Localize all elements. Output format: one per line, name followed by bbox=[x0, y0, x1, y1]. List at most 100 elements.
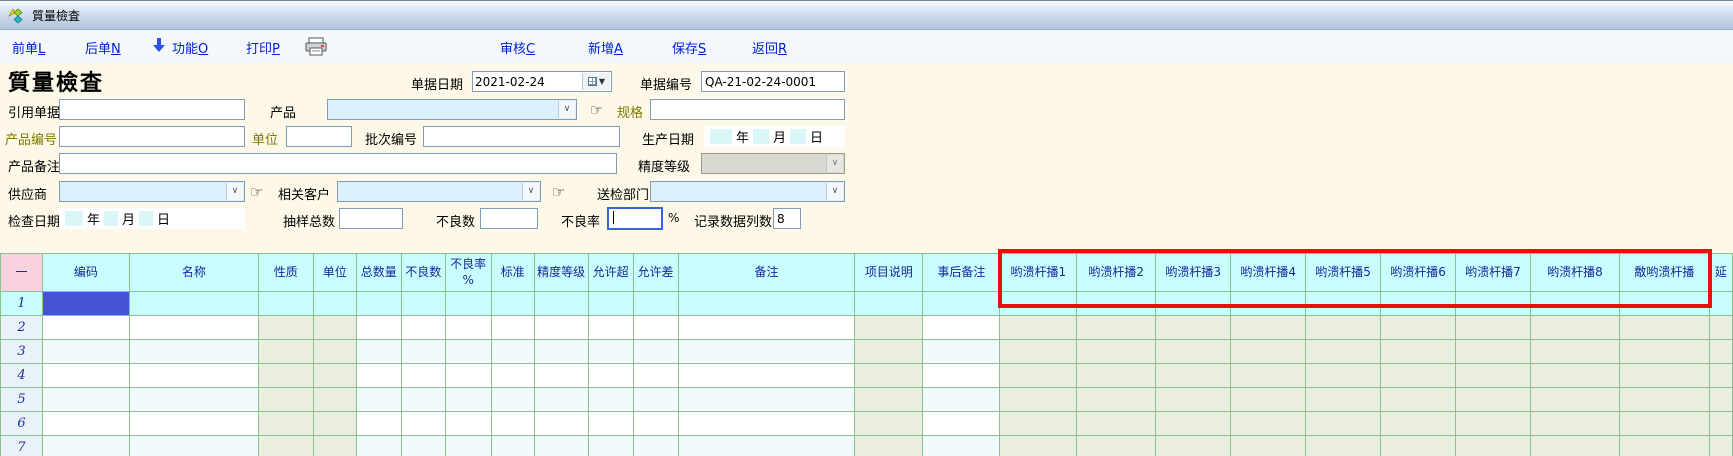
grid-cell[interactable] bbox=[129, 412, 258, 436]
selected-grid-cell[interactable] bbox=[42, 292, 129, 316]
prev-doc-button[interactable]: 前单L bbox=[12, 38, 45, 57]
grid-cell[interactable] bbox=[356, 436, 401, 456]
grid-cell[interactable] bbox=[1077, 340, 1156, 364]
grid-cell[interactable] bbox=[1306, 340, 1381, 364]
grid-cell[interactable] bbox=[534, 364, 588, 388]
check-day-input[interactable] bbox=[139, 211, 153, 226]
grid-cell[interactable] bbox=[1077, 316, 1156, 340]
grid-cell[interactable] bbox=[313, 412, 356, 436]
chevron-down-icon[interactable]: ∨ bbox=[826, 155, 843, 172]
grid-cell[interactable] bbox=[1381, 364, 1456, 388]
grid-cell[interactable] bbox=[1456, 436, 1531, 456]
grid-cell[interactable] bbox=[1000, 340, 1077, 364]
grid-cell[interactable] bbox=[1231, 436, 1306, 456]
grid-cell[interactable] bbox=[445, 292, 491, 316]
grid-cell[interactable] bbox=[129, 340, 258, 364]
grid-cell[interactable] bbox=[445, 436, 491, 456]
grid-cell[interactable] bbox=[258, 436, 313, 456]
save-button[interactable]: 保存S bbox=[672, 38, 706, 57]
grid-cell[interactable] bbox=[1231, 388, 1306, 412]
grid-cell[interactable] bbox=[1381, 388, 1456, 412]
grid-cell[interactable] bbox=[633, 316, 678, 340]
grid-cell[interactable] bbox=[1619, 412, 1709, 436]
chevron-down-icon[interactable]: ∨ bbox=[226, 183, 243, 200]
grid-cell[interactable] bbox=[855, 388, 923, 412]
grid-cell[interactable] bbox=[401, 364, 445, 388]
grid-cell[interactable] bbox=[633, 364, 678, 388]
grid-cell[interactable] bbox=[855, 412, 923, 436]
prod-month-input[interactable] bbox=[753, 129, 769, 144]
grid-cell[interactable] bbox=[1156, 364, 1231, 388]
grid-cell[interactable] bbox=[1156, 412, 1231, 436]
grid-cell[interactable] bbox=[633, 412, 678, 436]
grid-cell[interactable] bbox=[258, 364, 313, 388]
check-date-field[interactable]: 年 月 日 bbox=[59, 208, 245, 229]
add-new-button[interactable]: 新增A bbox=[588, 38, 623, 57]
grid-cell[interactable] bbox=[1530, 412, 1619, 436]
grid-cell[interactable] bbox=[445, 316, 491, 340]
grid-cell[interactable] bbox=[445, 364, 491, 388]
grid-cell[interactable] bbox=[1077, 412, 1156, 436]
defect-rate-input[interactable] bbox=[607, 207, 663, 230]
grid-cell[interactable] bbox=[129, 388, 258, 412]
doc-date-input[interactable] bbox=[475, 73, 580, 90]
row-number-cell[interactable]: 3 bbox=[1, 340, 43, 364]
grid-cell[interactable] bbox=[534, 412, 588, 436]
grid-cell[interactable] bbox=[588, 292, 633, 316]
grid-cell[interactable] bbox=[1231, 340, 1306, 364]
grid-cell[interactable] bbox=[1306, 364, 1381, 388]
grid-cell[interactable] bbox=[678, 412, 855, 436]
product-combo[interactable]: ∨ bbox=[327, 99, 577, 120]
printer-icon[interactable] bbox=[304, 37, 328, 56]
grid-cell[interactable] bbox=[129, 436, 258, 456]
supplier-picker-hand-icon[interactable]: ☞ bbox=[250, 183, 263, 201]
return-button[interactable]: 返回R bbox=[752, 38, 787, 57]
supplier-combo[interactable]: ∨ bbox=[59, 181, 245, 202]
customer-combo[interactable]: ∨ bbox=[337, 181, 541, 202]
grid-cell[interactable] bbox=[588, 412, 633, 436]
grid-cell[interactable] bbox=[678, 292, 855, 316]
grid-cell[interactable] bbox=[313, 340, 356, 364]
doc-no-input[interactable] bbox=[701, 71, 845, 92]
grid-cell[interactable] bbox=[1456, 412, 1531, 436]
grid-cell[interactable] bbox=[1077, 364, 1156, 388]
grid-cell[interactable] bbox=[1619, 364, 1709, 388]
grid-cell[interactable] bbox=[633, 436, 678, 456]
grid-cell[interactable] bbox=[356, 316, 401, 340]
grid-cell[interactable] bbox=[1619, 340, 1709, 364]
grid-cell[interactable] bbox=[491, 436, 534, 456]
check-year-input[interactable] bbox=[65, 211, 83, 226]
grid-cell[interactable] bbox=[855, 292, 923, 316]
grid-cell[interactable] bbox=[401, 412, 445, 436]
grid-cell[interactable] bbox=[923, 292, 1000, 316]
calendar-dropdown-button[interactable]: ▼ bbox=[582, 73, 610, 90]
grid-cell[interactable] bbox=[1156, 436, 1231, 456]
grid-cell[interactable] bbox=[588, 364, 633, 388]
grid-cell[interactable] bbox=[1000, 316, 1077, 340]
grid-cell[interactable] bbox=[1530, 388, 1619, 412]
grid-cell[interactable] bbox=[401, 436, 445, 456]
grid-cell[interactable] bbox=[1381, 340, 1456, 364]
ref-doc-input[interactable] bbox=[59, 99, 245, 120]
grid-cell[interactable] bbox=[633, 388, 678, 412]
precision-combo[interactable]: ∨ bbox=[701, 153, 845, 174]
grid-cell[interactable] bbox=[855, 436, 923, 456]
grid-cell[interactable] bbox=[1709, 316, 1732, 340]
grid-cell[interactable] bbox=[356, 364, 401, 388]
grid-cell[interactable] bbox=[1530, 340, 1619, 364]
product-picker-hand-icon[interactable]: ☞ bbox=[590, 101, 603, 119]
audit-button[interactable]: 审核C bbox=[500, 38, 535, 57]
grid-cell[interactable] bbox=[678, 340, 855, 364]
grid-cell[interactable] bbox=[42, 340, 129, 364]
grid-cell[interactable] bbox=[923, 364, 1000, 388]
grid-cell[interactable] bbox=[1619, 316, 1709, 340]
grid-cell[interactable] bbox=[491, 340, 534, 364]
grid-cell[interactable] bbox=[129, 364, 258, 388]
sample-total-input[interactable] bbox=[339, 208, 403, 229]
grid-cell[interactable] bbox=[678, 316, 855, 340]
grid-cell[interactable] bbox=[1709, 388, 1732, 412]
grid-cell[interactable] bbox=[1306, 388, 1381, 412]
grid-cell[interactable] bbox=[42, 364, 129, 388]
grid-cell[interactable] bbox=[313, 388, 356, 412]
row-number-cell[interactable]: 2 bbox=[1, 316, 43, 340]
